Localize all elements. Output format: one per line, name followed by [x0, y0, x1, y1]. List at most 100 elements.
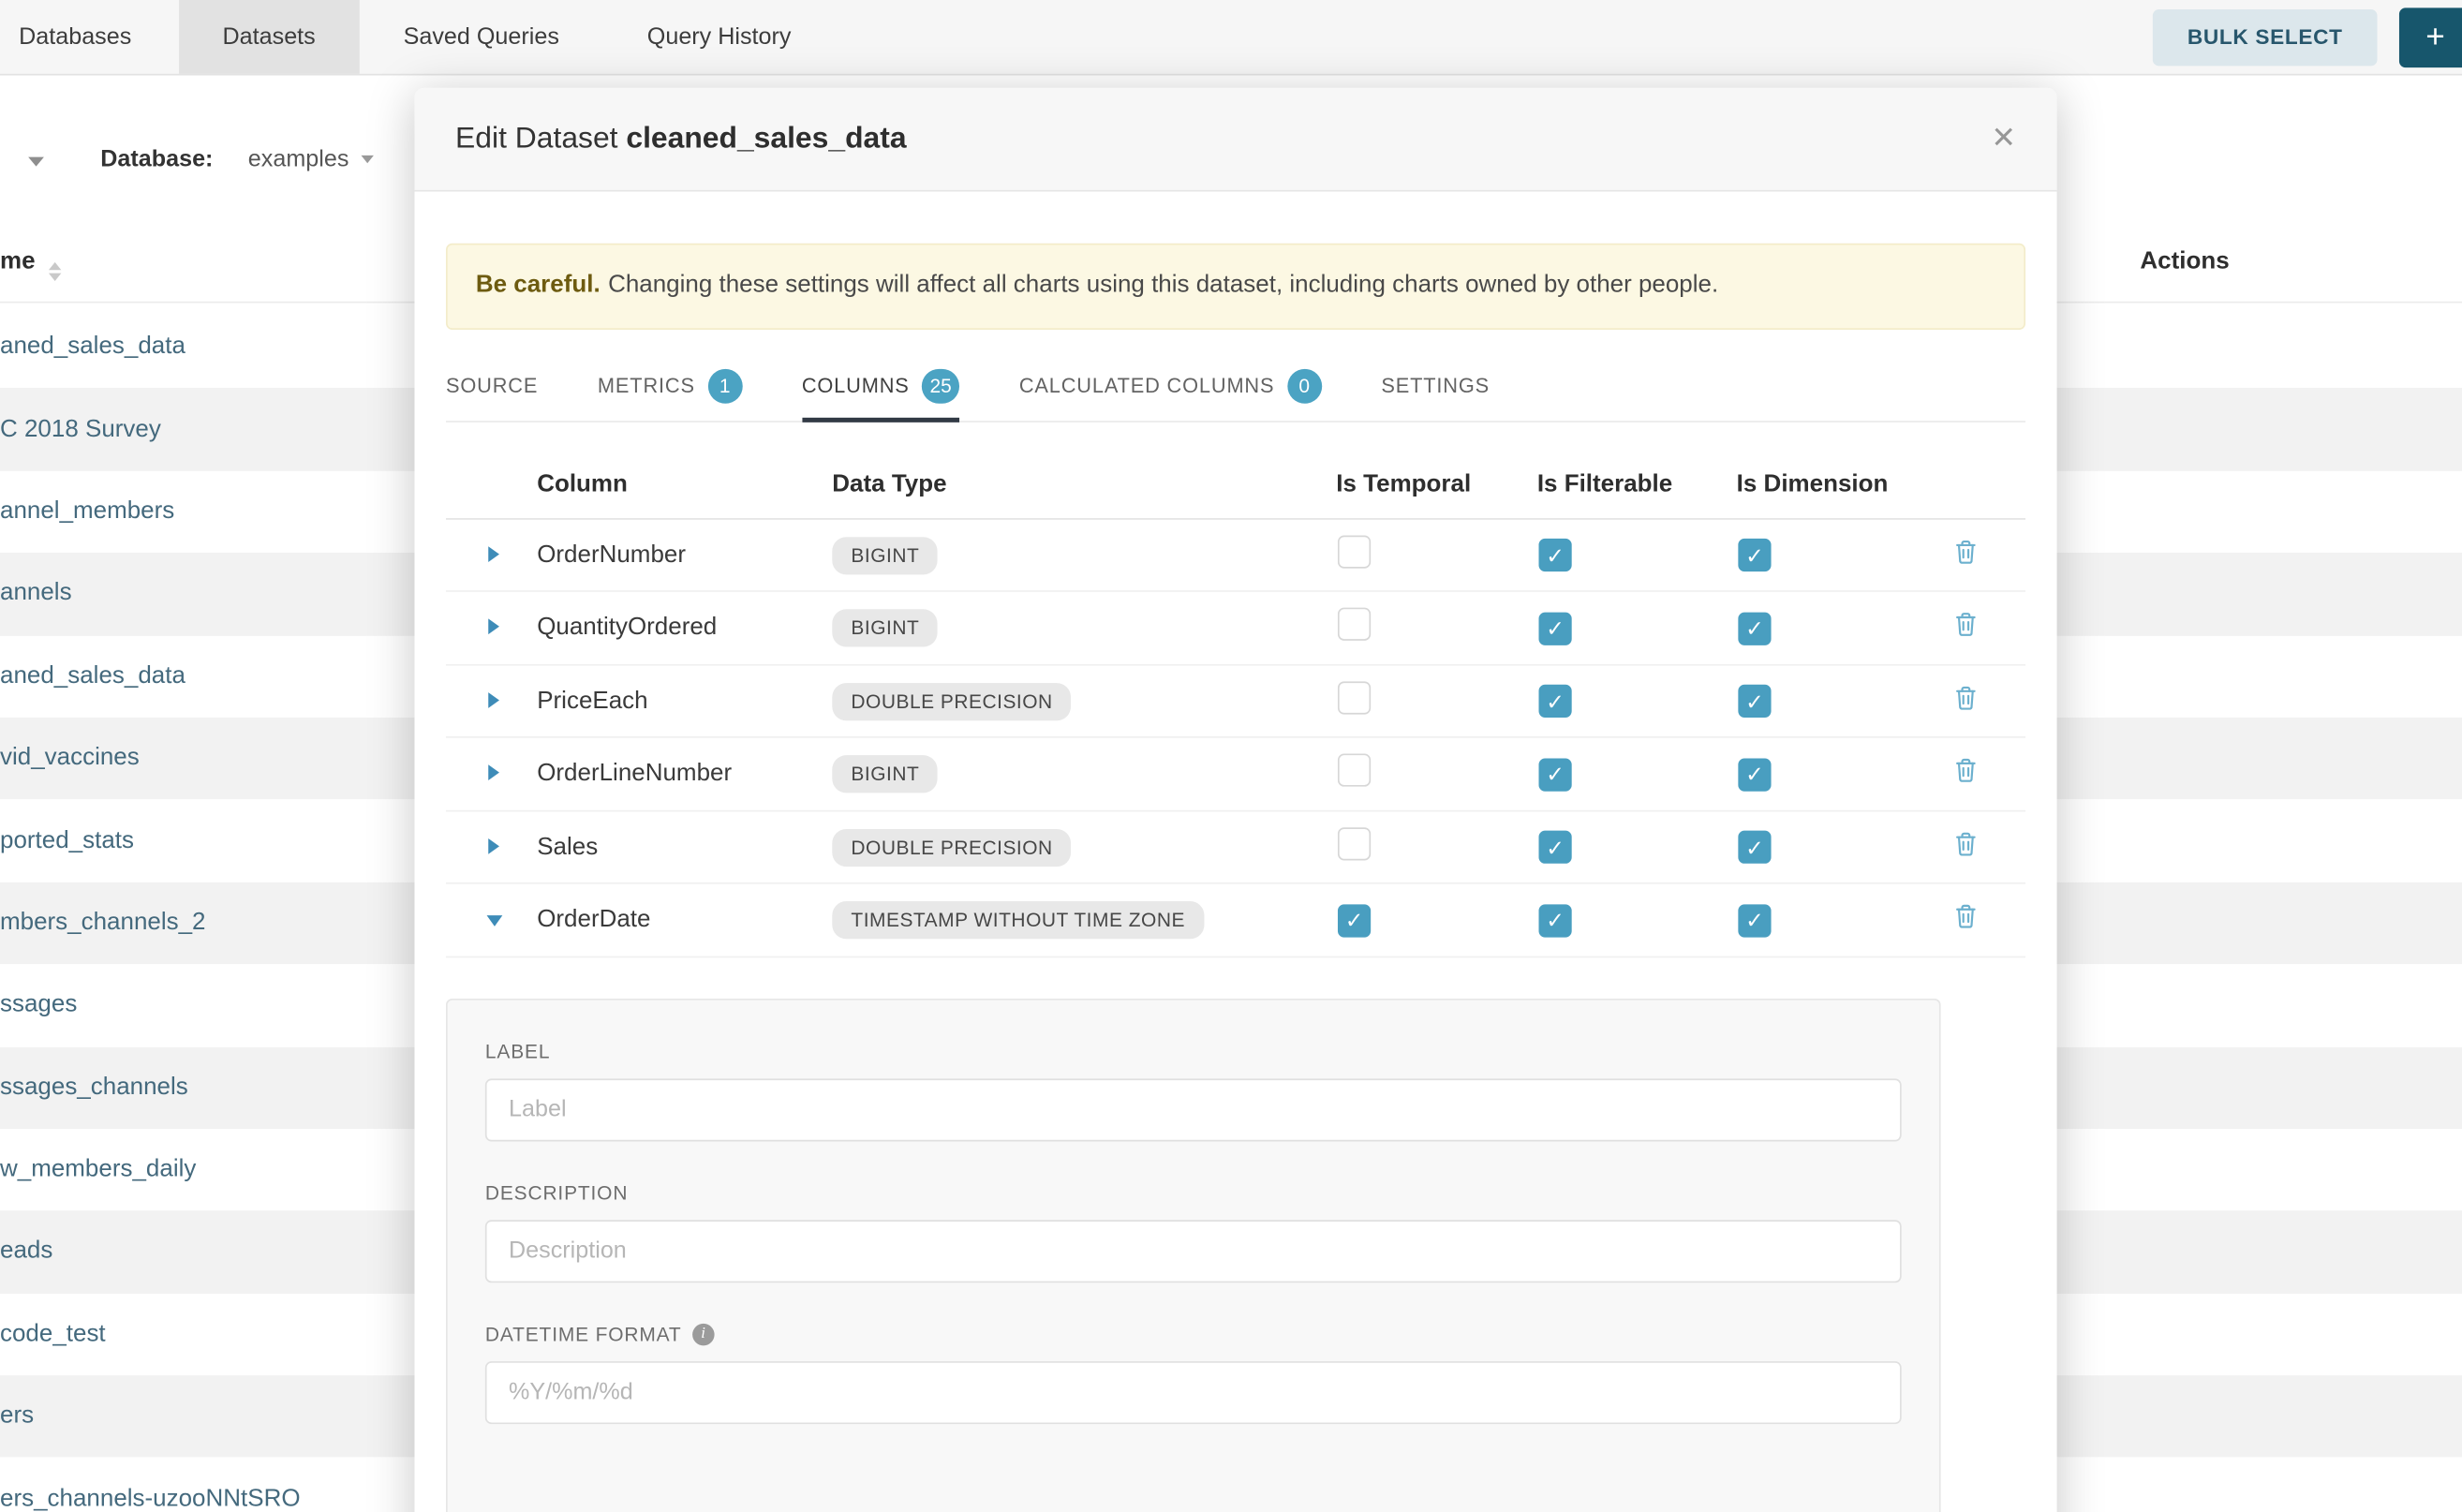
is-dimension-checkbox[interactable]: ✓	[1738, 612, 1771, 645]
dataset-name-link[interactable]: ssages_channels	[0, 1074, 188, 1102]
expand-caret-icon[interactable]	[488, 692, 499, 708]
tab-count-badge: 25	[922, 369, 959, 404]
dataset-name-link[interactable]: aned_sales_data	[0, 662, 185, 690]
dataset-name-link[interactable]: ers	[0, 1402, 34, 1430]
is-temporal-checkbox[interactable]	[1338, 535, 1371, 568]
label-input[interactable]	[485, 1078, 1902, 1141]
nav-item-saved-queries[interactable]: Saved Queries	[360, 0, 603, 74]
name-column-header[interactable]: me	[0, 248, 62, 280]
is-filterable-checkbox[interactable]: ✓	[1538, 612, 1571, 645]
column-header-is-dimension: Is Dimension	[1730, 472, 1935, 500]
expand-caret-icon[interactable]	[488, 765, 499, 781]
is-filterable-checkbox[interactable]: ✓	[1538, 904, 1571, 937]
expand-caret-icon[interactable]	[488, 619, 499, 635]
is-filterable-checkbox[interactable]: ✓	[1538, 539, 1571, 571]
is-dimension-checkbox[interactable]: ✓	[1738, 758, 1771, 791]
is-filterable-checkbox[interactable]: ✓	[1538, 685, 1571, 718]
data-type-pill: DOUBLE PRECISION	[832, 683, 1072, 720]
description-input[interactable]	[485, 1220, 1902, 1282]
columns-table-header: ColumnData TypeIs TemporalIs FilterableI…	[446, 453, 2025, 519]
tab-settings[interactable]: SETTINGS	[1381, 351, 1490, 421]
is-temporal-checkbox[interactable]	[1338, 681, 1371, 714]
add-dataset-button[interactable]: +	[2399, 7, 2462, 67]
dataset-name-link[interactable]: aned_sales_data	[0, 334, 185, 362]
dataset-name-link[interactable]: eads	[0, 1238, 52, 1267]
dataset-name-link[interactable]: ssages	[0, 991, 77, 1019]
app-root: Database: examples me Actions aned_sales…	[0, 0, 2462, 1512]
column-header-column: Column	[537, 472, 832, 500]
is-dimension-checkbox[interactable]: ✓	[1738, 685, 1771, 718]
column-name: Sales	[537, 833, 832, 861]
dataset-name-link[interactable]: C 2018 Survey	[0, 415, 161, 443]
dataset-name-link[interactable]: annel_members	[0, 497, 174, 526]
sort-icons	[50, 262, 62, 281]
close-icon[interactable]: ✕	[1991, 121, 2016, 157]
is-temporal-checkbox[interactable]	[1338, 608, 1371, 641]
data-type-pill: BIGINT	[832, 755, 938, 793]
dataset-name-link[interactable]: annels	[0, 580, 72, 608]
column-row: OrderNumberBIGINT✓✓	[446, 520, 2025, 593]
modal-header: Edit Dataset cleaned_sales_data ✕	[414, 88, 2056, 192]
row-actions-cell	[1935, 830, 2025, 865]
chevron-down-icon[interactable]	[28, 157, 44, 167]
nav-item-query-history[interactable]: Query History	[603, 0, 836, 74]
tab-label: METRICS	[598, 375, 695, 398]
is-dimension-checkbox[interactable]: ✓	[1738, 831, 1771, 864]
column-header-is-temporal: Is Temporal	[1330, 472, 1532, 500]
datetime-format-field-label-text: DATETIME FORMAT	[485, 1324, 682, 1345]
tab-source[interactable]: SOURCE	[446, 351, 538, 421]
dataset-name-link[interactable]: ers_channels-uzooNNtSRO	[0, 1485, 301, 1512]
expand-caret-icon[interactable]	[488, 838, 499, 853]
is-dimension-checkbox[interactable]: ✓	[1738, 904, 1771, 937]
dataset-name-link[interactable]: ported_stats	[0, 826, 134, 854]
column-name: PriceEach	[537, 688, 832, 716]
expand-cell	[446, 615, 537, 643]
is-filterable-checkbox[interactable]: ✓	[1538, 758, 1571, 791]
delete-column-button[interactable]	[1953, 903, 1979, 929]
delete-column-button[interactable]	[1953, 830, 1979, 856]
tab-metrics[interactable]: METRICS1	[598, 351, 742, 421]
is-temporal-checkbox[interactable]	[1338, 754, 1371, 787]
database-filter-select[interactable]: examples	[248, 146, 374, 172]
delete-column-button[interactable]	[1953, 611, 1979, 637]
trash-icon	[1953, 903, 1979, 929]
tab-label: CALCULATED COLUMNS	[1019, 375, 1275, 398]
is-temporal-checkbox[interactable]	[1338, 827, 1371, 860]
info-icon[interactable]: i	[692, 1324, 714, 1345]
is-dimension-checkbox[interactable]: ✓	[1738, 539, 1771, 571]
description-field-label-text: DESCRIPTION	[485, 1182, 628, 1204]
top-navigation: DatabasesDatasetsSaved QueriesQuery Hist…	[0, 0, 2462, 75]
check-icon: ✓	[1745, 910, 1764, 931]
column-name: OrderLineNumber	[537, 760, 832, 788]
check-icon: ✓	[1546, 910, 1565, 931]
database-filter-label: Database:	[100, 146, 213, 172]
nav-actions: BULK SELECT +	[2153, 0, 2462, 74]
is-filterable-cell: ✓	[1531, 612, 1730, 645]
tab-calculated-columns[interactable]: CALCULATED COLUMNS0	[1019, 351, 1322, 421]
dataset-name-link[interactable]: mbers_channels_2	[0, 909, 206, 937]
check-icon: ✓	[1546, 544, 1565, 566]
collapse-caret-icon[interactable]	[487, 915, 503, 926]
dataset-name-link[interactable]: w_members_daily	[0, 1156, 196, 1184]
is-filterable-cell: ✓	[1531, 758, 1730, 791]
check-icon: ✓	[1745, 617, 1764, 639]
tab-label: SETTINGS	[1381, 375, 1490, 398]
data-type-pill: DOUBLE PRECISION	[832, 828, 1072, 866]
modal-body: Be careful.Changing these settings will …	[414, 244, 2056, 1512]
data-type-pill: BIGINT	[832, 610, 938, 647]
nav-item-databases[interactable]: Databases	[0, 0, 179, 74]
trash-icon	[1953, 830, 1979, 856]
name-column-header-label: me	[0, 248, 36, 274]
is-filterable-checkbox[interactable]: ✓	[1538, 831, 1571, 864]
datetime-format-input[interactable]	[485, 1361, 1902, 1424]
delete-column-button[interactable]	[1953, 757, 1979, 783]
bulk-select-button[interactable]: BULK SELECT	[2153, 8, 2378, 65]
dataset-name-link[interactable]: code_test	[0, 1320, 106, 1348]
expand-caret-icon[interactable]	[488, 546, 499, 562]
dataset-name-link[interactable]: vid_vaccines	[0, 745, 140, 773]
tab-columns[interactable]: COLUMNS25	[802, 351, 959, 421]
nav-item-datasets[interactable]: Datasets	[179, 0, 360, 74]
delete-column-button[interactable]	[1953, 538, 1979, 564]
delete-column-button[interactable]	[1953, 684, 1979, 710]
is-temporal-checkbox[interactable]: ✓	[1338, 904, 1371, 937]
